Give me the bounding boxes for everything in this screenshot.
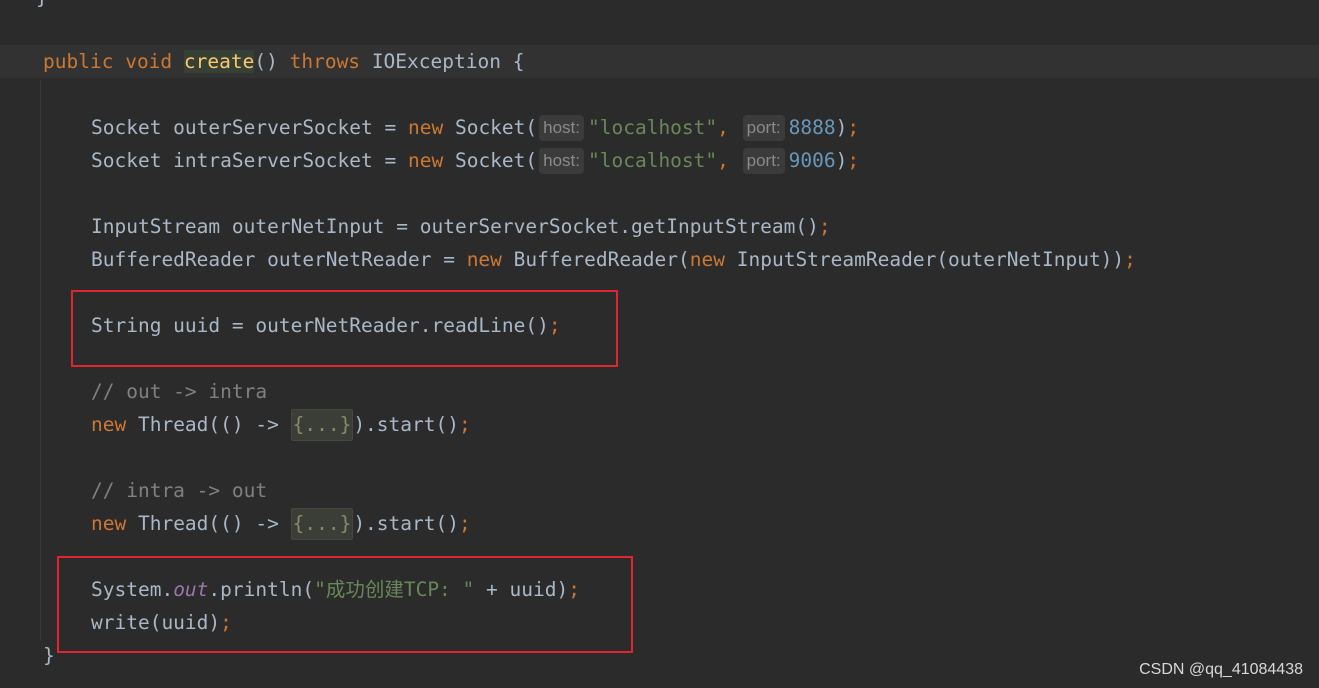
folded-lambda-1[interactable]: {...}: [290, 409, 354, 441]
keyword: public: [43, 50, 114, 73]
code-line-buffered-reader[interactable]: BufferedReader outerNetReader = new Buff…: [91, 243, 1136, 276]
param-hint-host: host:: [539, 148, 584, 174]
highlight-box-println-write: [57, 556, 633, 653]
code-line-method-signature[interactable]: public void create() throws IOException …: [43, 45, 524, 78]
method-name: create: [183, 50, 255, 73]
watermark: CSDN @qq_41084438: [1139, 661, 1303, 678]
code-line-thread-1[interactable]: new Thread(() -> {...}).start();: [91, 408, 471, 441]
indent-guide: [40, 80, 41, 640]
folded-lambda-2[interactable]: {...}: [290, 508, 354, 540]
code-line-socket-intra[interactable]: Socket intraServerSocket = new Socket(ho…: [91, 144, 859, 177]
code-line-socket-outer[interactable]: Socket outerServerSocket = new Socket(ho…: [91, 111, 859, 144]
code-editor[interactable]: } public void create() throws IOExceptio…: [0, 0, 1319, 688]
code-line-close-brace[interactable]: }: [43, 639, 55, 672]
keyword: void: [125, 50, 173, 73]
code-line-thread-2[interactable]: new Thread(() -> {...}).start();: [91, 507, 471, 540]
code-comment-out-intra[interactable]: // out -> intra: [91, 375, 267, 408]
code-comment-intra-out[interactable]: // intra -> out: [91, 474, 267, 507]
param-hint-port: port:: [742, 148, 785, 174]
param-hint-host: host:: [539, 115, 584, 141]
code-line-prev-brace[interactable]: }: [36, 0, 48, 14]
code-line-input-stream[interactable]: InputStream outerNetInput = outerServerS…: [91, 210, 831, 243]
param-hint-port: port:: [742, 115, 785, 141]
keyword: throws: [289, 50, 361, 73]
highlight-box-uuid: [71, 290, 618, 367]
